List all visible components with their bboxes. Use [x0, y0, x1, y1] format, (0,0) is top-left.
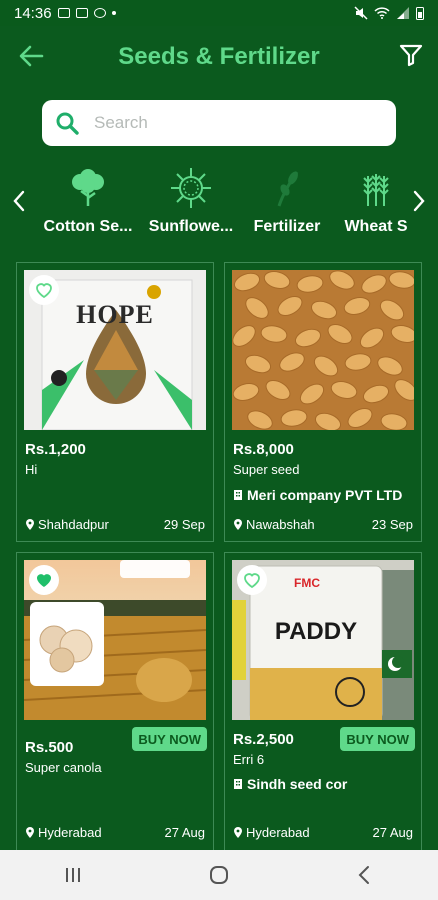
sunflower-icon: [171, 168, 211, 208]
carousel-right-arrow-icon[interactable]: [410, 188, 428, 214]
search-input[interactable]: [94, 113, 354, 133]
product-card[interactable]: FMC PADDY BUY NOW Rs.2,500 Erri 6 Sindh …: [224, 552, 422, 852]
product-image-text: PADDY: [274, 618, 358, 645]
product-card[interactable]: BUY NOW Rs.500 Super canola Hyderabad 27…: [16, 552, 214, 852]
category-label: Wheat S: [344, 218, 408, 235]
product-name: Super canola: [25, 760, 102, 775]
location-pin-icon: [26, 826, 34, 838]
location-pin-icon: [234, 826, 242, 838]
gallery-notification-icon: [57, 8, 70, 18]
product-name: Super seed: [233, 462, 300, 477]
favorite-button[interactable]: [237, 565, 267, 595]
product-price: Rs.8,000: [233, 441, 294, 458]
system-nav-bar: [0, 850, 438, 900]
category-item-wheat[interactable]: Wheat S: [340, 162, 412, 244]
location-pin-icon: [234, 518, 242, 530]
product-date: 23 Sep: [371, 517, 413, 532]
wheat-icon: [363, 174, 389, 206]
company-text: Sindh seed cor: [247, 776, 348, 792]
heart-outline-icon: [36, 283, 52, 299]
product-image: [232, 270, 414, 430]
product-name: Erri 6: [233, 752, 265, 767]
carousel-left-arrow-icon[interactable]: [10, 188, 28, 214]
wheat-grains-image: [232, 270, 414, 430]
product-card[interactable]: HOPE Rs.1,200 Hi Shahdadpur 29 Sep: [16, 262, 214, 542]
category-item-fertilizer[interactable]: Fertilizer: [246, 162, 328, 244]
category-label: Sunflowe...: [148, 218, 234, 235]
company-text: Meri company PVT LTD: [247, 487, 403, 503]
cotton-icon: [72, 169, 104, 206]
system-back-icon[interactable]: [354, 864, 376, 886]
product-company: Sindh seed cor: [233, 775, 353, 793]
product-date: 27 Aug: [164, 825, 206, 840]
facebook-notification-icon: [93, 8, 106, 18]
product-location: Shahdadpur: [25, 517, 109, 532]
back-arrow-icon[interactable]: [18, 44, 44, 68]
heart-outline-icon: [244, 573, 260, 589]
location-pin-icon: [26, 518, 34, 530]
buy-now-button[interactable]: BUY NOW: [132, 727, 207, 751]
favorite-button[interactable]: [29, 275, 59, 305]
product-price: Rs.1,200: [25, 441, 86, 458]
status-bar: 14:36: [0, 0, 438, 26]
fertilizer-icon: [277, 171, 299, 207]
product-date: 27 Aug: [372, 825, 414, 840]
search-box[interactable]: [42, 100, 396, 146]
location-text: Hyderabad: [246, 825, 310, 840]
category-item-cotton[interactable]: Cotton Se...: [40, 162, 136, 244]
product-location: Hyderabad: [25, 825, 102, 840]
product-location: Hyderabad: [233, 825, 310, 840]
product-image-brand: FMC: [294, 576, 320, 590]
home-icon[interactable]: [208, 864, 230, 886]
search-icon: [56, 112, 79, 135]
product-price: Rs.2,500: [233, 731, 294, 748]
building-icon: [234, 779, 242, 789]
category-label: Fertilizer: [253, 218, 321, 235]
page-title: Seeds & Fertilizer: [118, 43, 320, 70]
location-text: Hyderabad: [38, 825, 102, 840]
category-carousel: Cotton Se... Sunflowe... Fertilizer Whea…: [0, 162, 438, 244]
building-icon: [234, 490, 242, 500]
category-label: Cotton Se...: [43, 218, 133, 235]
product-image-text: HOPE: [76, 300, 154, 329]
mute-icon: [354, 6, 368, 20]
product-location: Nawabshah: [233, 517, 315, 532]
category-list: Cotton Se... Sunflowe... Fertilizer Whea…: [40, 162, 412, 244]
product-price: Rs.500: [25, 739, 74, 756]
product-date: 29 Sep: [163, 517, 205, 532]
category-item-sunflower[interactable]: Sunflowe...: [144, 162, 238, 244]
product-card[interactable]: Rs.8,000 Super seed Meri company PVT LTD…: [224, 262, 422, 542]
filter-icon[interactable]: [398, 42, 424, 68]
location-text: Nawabshah: [246, 517, 315, 532]
battery-icon: [416, 7, 424, 20]
favorite-button[interactable]: [29, 565, 59, 595]
more-notifications-icon: [111, 11, 116, 15]
recent-apps-icon[interactable]: [62, 864, 84, 886]
wifi-icon: [374, 7, 390, 19]
product-company: Meri company PVT LTD: [233, 486, 402, 504]
signal-icon: [397, 7, 409, 19]
heart-filled-icon: [37, 574, 51, 587]
product-name: Hi: [25, 462, 38, 477]
location-text: Shahdadpur: [38, 517, 109, 532]
buy-now-button[interactable]: BUY NOW: [340, 727, 415, 751]
app-bar: Seeds & Fertilizer: [0, 26, 438, 88]
app-notification-icon: [75, 8, 88, 18]
status-time: 14:36: [14, 4, 52, 22]
